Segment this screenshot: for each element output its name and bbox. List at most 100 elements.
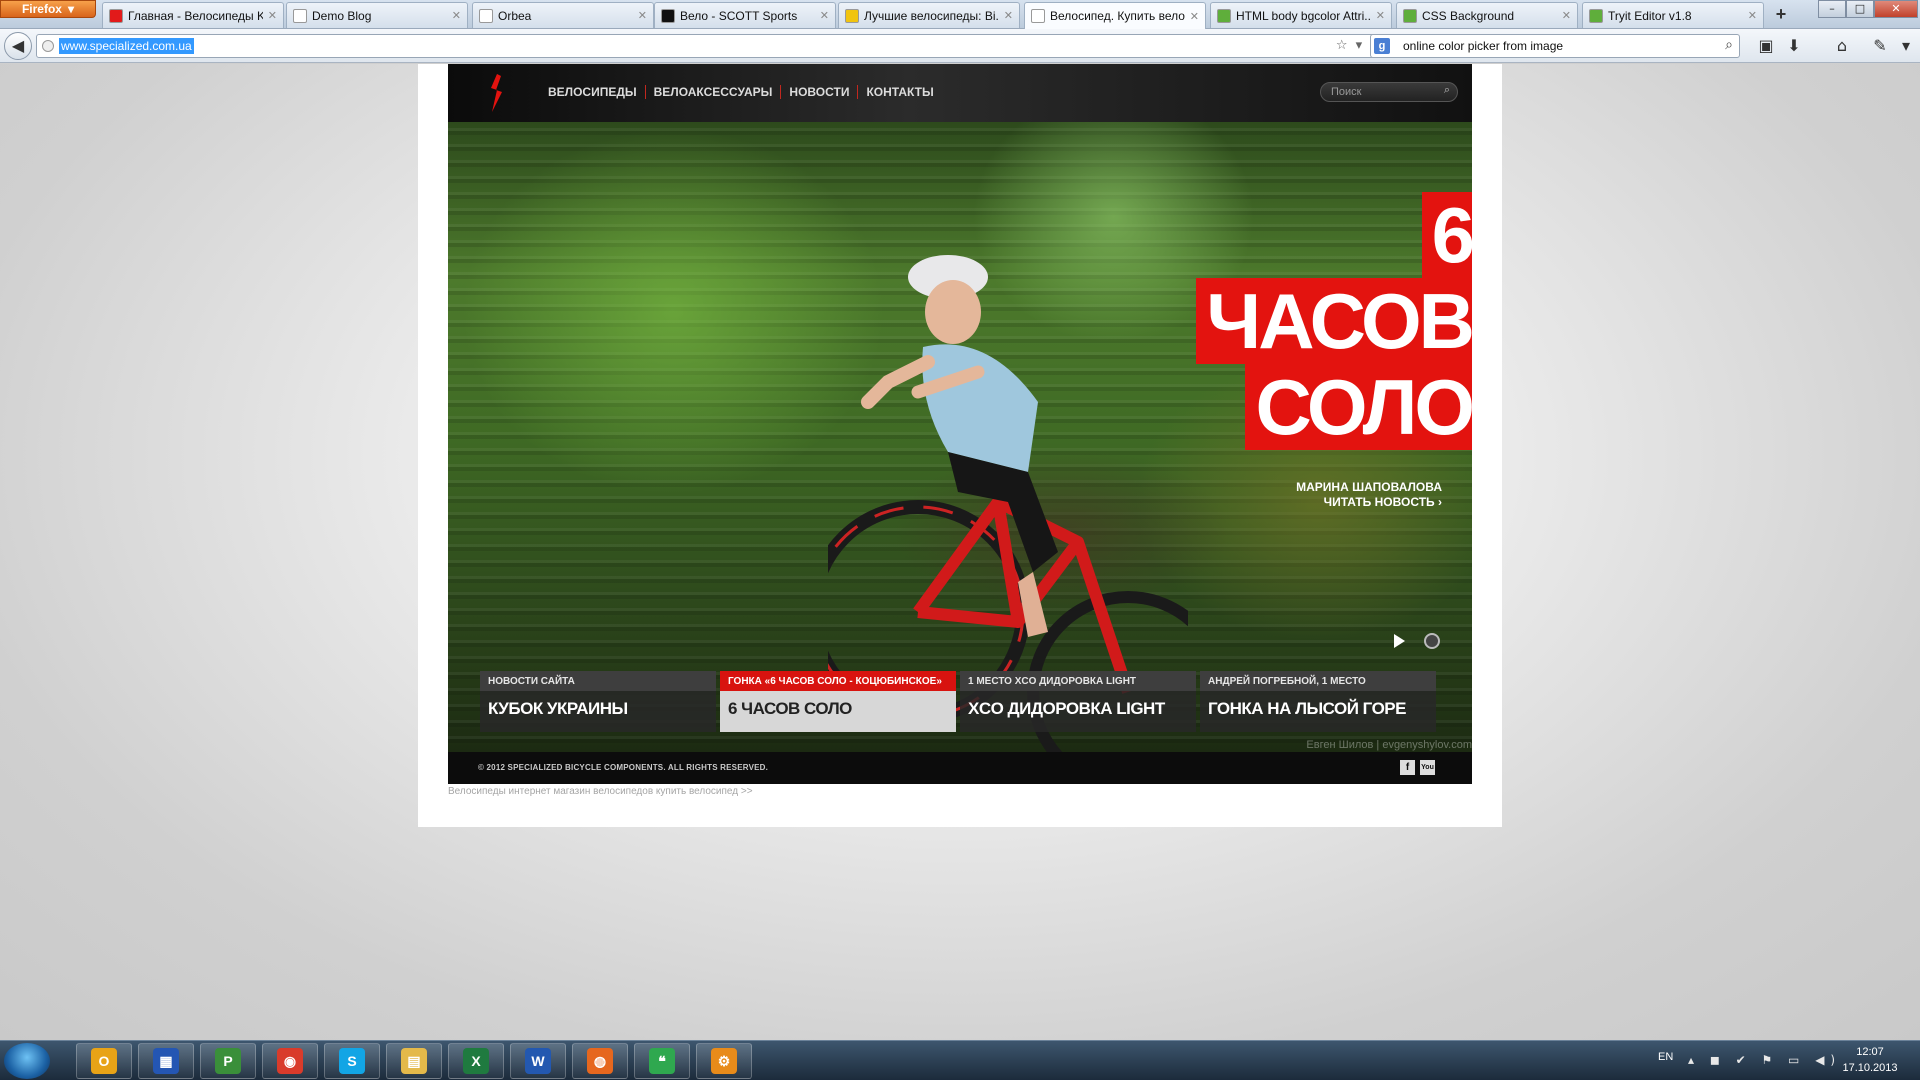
news-card[interactable]: 1 МЕСТО XCO ДИДОРОВКА LIGHT XCO ДИДОРОВКА…: [960, 671, 1196, 732]
nav-news[interactable]: НОВОСТИ: [780, 85, 857, 99]
news-card[interactable]: НОВОСТИ САЙТА КУБОК УКРАИНЫ: [480, 671, 716, 732]
search-input[interactable]: online color picker from image: [1403, 39, 1563, 53]
youtube-icon[interactable]: You: [1420, 760, 1435, 775]
outlook-icon: O: [91, 1048, 117, 1074]
url-text[interactable]: www.specialized.com.ua: [59, 38, 194, 54]
taskbar-outlook-button[interactable]: O: [76, 1043, 132, 1079]
search-icon[interactable]: ⌕: [1444, 84, 1450, 97]
tab-title: Лучшие велосипеды: Bi...: [864, 8, 999, 23]
site-search-input[interactable]: Поиск ⌕: [1320, 82, 1458, 102]
taskbar-project-button[interactable]: P: [200, 1043, 256, 1079]
read-news-link[interactable]: ЧИТАТЬ НОВОСТЬ ›: [1296, 495, 1442, 510]
close-tab-icon[interactable]: ✕: [1562, 9, 1571, 22]
news-card[interactable]: АНДРЕЙ ПОГРЕБНОЙ, 1 МЕСТО ГОНКА НА ЛЫСОЙ …: [1200, 671, 1436, 732]
hero-banner[interactable]: 6 ЧАСОВ СОЛО МАРИНА ШАПОВАЛОВА ЧИТАТЬ НО…: [448, 122, 1472, 752]
tab-title: Вело - SCOTT Sports: [680, 8, 798, 23]
taskbar-explorer-button[interactable]: ▤: [386, 1043, 442, 1079]
page-viewport: ВЕЛОСИПЕДЫ ВЕЛОАКСЕССУАРЫ НОВОСТИ КОНТАК…: [0, 64, 1920, 1040]
browser-tab[interactable]: HTML body bgcolor Attri... ✕: [1210, 2, 1392, 28]
news-card-title: XCO ДИДОРОВКА LIGHT: [968, 699, 1165, 718]
main-navigation: ВЕЛОСИПЕДЫ ВЕЛОАКСЕССУАРЫ НОВОСТИ КОНТАК…: [548, 85, 942, 99]
browser-tab[interactable]: CSS Background ✕: [1396, 2, 1578, 28]
taskbar-settings-button[interactable]: ⚙: [696, 1043, 752, 1079]
firefox-menu-button[interactable]: Firefox ▾: [0, 0, 96, 18]
copyright-text: © 2012 SPECIALIZED BICYCLE COMPONENTS. A…: [478, 763, 769, 772]
minimize-button[interactable]: –: [1818, 0, 1846, 18]
browser-tab[interactable]: Demo Blog ✕: [286, 2, 468, 28]
taskbar-excel-button[interactable]: X: [448, 1043, 504, 1079]
chrome-icon: ◉: [277, 1048, 303, 1074]
site-identity-icon[interactable]: [42, 40, 54, 52]
author-name: МАРИНА ШАПОВАЛОВА: [1296, 480, 1442, 494]
address-bar[interactable]: www.specialized.com.ua ☆▾↻: [36, 34, 1396, 58]
bookmark-star-icon[interactable]: ☆: [1336, 38, 1356, 53]
search-icon[interactable]: ⌕: [1725, 37, 1733, 53]
browser-tab[interactable]: Orbea ✕: [472, 2, 654, 28]
news-card-title: 6 ЧАСОВ СОЛО: [728, 699, 852, 718]
tab-title: Tryit Editor v1.8: [1608, 8, 1692, 23]
w3-green-icon: [1217, 8, 1231, 23]
taskbar-skype-button[interactable]: S: [324, 1043, 380, 1079]
slide-indicator[interactable]: [1424, 633, 1440, 649]
site-search-placeholder: Поиск: [1331, 86, 1362, 98]
bookmarks-menu-icon[interactable]: ▣: [1754, 34, 1778, 58]
close-tab-icon[interactable]: ✕: [1004, 9, 1013, 22]
seo-link[interactable]: Велосипеды интернет магазин велосипедов …: [448, 786, 753, 797]
nav-contacts[interactable]: КОНТАКТЫ: [857, 85, 941, 99]
excel-icon: X: [463, 1048, 489, 1074]
browser-tab[interactable]: Велосипед. Купить вело... ✕: [1024, 2, 1206, 29]
tab-title: Demo Blog: [312, 8, 372, 23]
language-indicator[interactable]: EN: [1658, 1051, 1673, 1063]
specialized-logo-icon[interactable]: [488, 74, 504, 112]
taskbar-word-button[interactable]: W: [510, 1043, 566, 1079]
back-button[interactable]: ◀: [4, 32, 32, 60]
skype-icon: S: [339, 1048, 365, 1074]
news-card-title: КУБОК УКРАИНЫ: [488, 699, 628, 718]
close-tab-icon[interactable]: ✕: [268, 9, 277, 22]
play-icon[interactable]: [1394, 634, 1405, 648]
tab-title: HTML body bgcolor Attri...: [1236, 8, 1371, 23]
news-card-tag: НОВОСТИ САЙТА: [480, 671, 716, 691]
site-header: ВЕЛОСИПЕДЫ ВЕЛОАКСЕССУАРЫ НОВОСТИ КОНТАК…: [448, 64, 1472, 122]
browser-tab[interactable]: Главная - Велосипеды K... ✕: [102, 2, 284, 28]
clock-date[interactable]: 17.10.2013: [1840, 1062, 1900, 1074]
browser-tab[interactable]: Лучшие велосипеды: Bi... ✕: [838, 2, 1020, 28]
taskbar-calendar-button[interactable]: ▦: [138, 1043, 194, 1079]
home-icon[interactable]: ⌂: [1830, 34, 1854, 58]
taskbar-firefox-button[interactable]: ◍: [572, 1043, 628, 1079]
addon-icon[interactable]: ✎: [1868, 34, 1892, 58]
overflow-menu-icon[interactable]: ▾: [1894, 34, 1918, 58]
new-tab-button[interactable]: +: [1768, 2, 1794, 28]
start-button[interactable]: [4, 1043, 50, 1079]
news-card[interactable]: ГОНКА «6 ЧАСОВ СОЛО - КОЦЮБИНСКОЕ» 6 ЧАСО…: [720, 671, 956, 732]
close-tab-icon[interactable]: ✕: [1190, 10, 1199, 23]
nav-accessories[interactable]: ВЕЛОАКСЕССУАРЫ: [644, 85, 781, 99]
facebook-icon[interactable]: f: [1400, 760, 1415, 775]
photo-credit: Евген Шилов | evgenyshylov.com: [1306, 739, 1472, 751]
downloads-icon[interactable]: ⬇: [1782, 34, 1806, 58]
google-search-engine-icon[interactable]: g: [1374, 38, 1390, 54]
hero-headline[interactable]: 6 ЧАСОВ СОЛО: [1196, 192, 1472, 450]
taskbar-chrome-button[interactable]: ◉: [262, 1043, 318, 1079]
browser-tab[interactable]: Вело - SCOTT Sports ✕: [654, 2, 836, 28]
maximize-button[interactable]: □: [1846, 0, 1874, 18]
history-dropdown-icon[interactable]: ▾: [1356, 38, 1371, 53]
tray-icons[interactable]: ▴ ◼ ✔ ⚑ ▭ ◀): [1688, 1053, 1841, 1067]
close-tab-icon[interactable]: ✕: [452, 9, 461, 22]
tab-title: Главная - Велосипеды K...: [128, 8, 263, 23]
search-bar[interactable]: g online color picker from image ⌕: [1370, 34, 1740, 58]
close-window-button[interactable]: ✕: [1874, 0, 1918, 18]
close-tab-icon[interactable]: ✕: [1748, 9, 1757, 22]
nav-bicycles[interactable]: ВЕЛОСИПЕДЫ: [548, 85, 645, 99]
clock-time[interactable]: 12:07: [1840, 1046, 1900, 1058]
news-card-tag: 1 МЕСТО XCO ДИДОРОВКА LIGHT: [960, 671, 1196, 691]
close-tab-icon[interactable]: ✕: [638, 9, 647, 22]
browser-tab[interactable]: Tryit Editor v1.8 ✕: [1582, 2, 1764, 28]
tab-title: Велосипед. Купить вело...: [1050, 9, 1185, 23]
close-tab-icon[interactable]: ✕: [820, 9, 829, 22]
page-icon: [1031, 9, 1045, 23]
hero-caption: МАРИНА ШАПОВАЛОВА ЧИТАТЬ НОВОСТЬ ›: [1296, 480, 1442, 510]
close-tab-icon[interactable]: ✕: [1376, 9, 1385, 22]
taskbar-hangouts-button[interactable]: ❝: [634, 1043, 690, 1079]
site-footer: © 2012 SPECIALIZED BICYCLE COMPONENTS. A…: [448, 752, 1472, 784]
